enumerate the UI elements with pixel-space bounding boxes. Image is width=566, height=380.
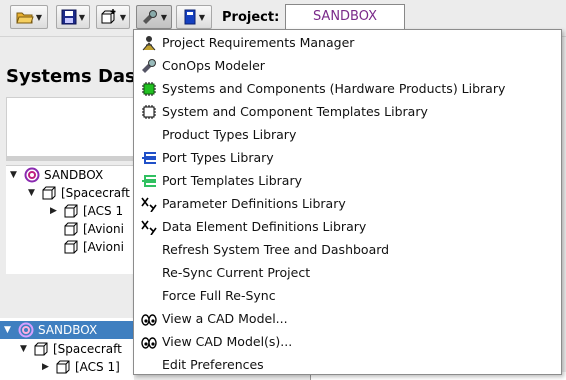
menu-item-label: Port Templates Library: [162, 173, 302, 188]
menu-item-label: View a CAD Model...: [162, 311, 288, 326]
menu-item-label: Port Types Library: [162, 150, 274, 165]
menu-item-port-templates-library[interactable]: Port Templates Library: [134, 169, 561, 192]
open-folder-icon: [16, 12, 34, 24]
tools-button[interactable]: ▼: [136, 5, 172, 29]
horizontal-scrollbar[interactable]: [7, 156, 133, 160]
cad-eyes-icon: [141, 334, 157, 350]
menu-item-label: Refresh System Tree and Dashboard: [162, 242, 390, 257]
chevron-down-icon: ▼: [198, 12, 206, 22]
menu-item-label: Re-Sync Current Project: [162, 265, 311, 280]
project-label: Project:: [222, 10, 280, 25]
collapsed-triangle-icon[interactable]: ▶: [42, 362, 52, 372]
menu-item-label: System and Component Templates Library: [162, 104, 428, 119]
requirements-icon: [141, 35, 157, 51]
book-icon: [184, 9, 196, 25]
menu-item-view-cad-models[interactable]: View CAD Model(s)...: [134, 330, 561, 353]
port-templates-icon: [141, 173, 157, 189]
tree-node-label: [Avioni: [83, 222, 124, 236]
tree-node-avionics-2[interactable]: [Avioni: [64, 238, 124, 256]
hardware-green-icon: [141, 81, 157, 97]
menu-item-parameter-definitions-library[interactable]: Parameter Definitions Library: [134, 192, 561, 215]
new-item-icon: [101, 9, 116, 24]
xy-parameter-icon: [141, 196, 157, 212]
xy-data-icon: [141, 219, 157, 235]
cube-icon: [56, 360, 70, 373]
menu-item-templates-library[interactable]: System and Component Templates Library: [134, 100, 561, 123]
tree-node-label: [Spacecraft: [53, 342, 122, 356]
cube-icon: [42, 186, 56, 199]
system-tree-upper: ▼ SANDBOX ▼ [Spacecraft ▶ [ACS 1 [Avioni: [6, 165, 134, 274]
expand-triangle-icon[interactable]: ▼: [28, 188, 38, 198]
menu-item-edit-preferences[interactable]: Edit Preferences: [134, 353, 561, 376]
menu-item-data-element-definitions-library[interactable]: Data Element Definitions Library: [134, 215, 561, 238]
project-swirl-icon: [24, 167, 40, 183]
port-types-icon: [141, 150, 157, 166]
menu-item-label: View CAD Model(s)...: [162, 334, 293, 349]
menu-item-refresh-system-tree[interactable]: Refresh System Tree and Dashboard: [134, 238, 561, 261]
expand-triangle-icon[interactable]: ▼: [10, 170, 20, 180]
menu-item-conops-modeler[interactable]: ConOps Modeler: [134, 54, 561, 77]
menu-item-product-types-library[interactable]: Product Types Library: [134, 123, 561, 146]
cad-eyes-icon: [141, 311, 157, 327]
new-item-button[interactable]: ▼: [96, 5, 130, 29]
chevron-down-icon: ▼: [119, 12, 127, 22]
collapsed-triangle-icon[interactable]: ▶: [50, 206, 60, 216]
menu-item-label: Data Element Definitions Library: [162, 219, 367, 234]
cube-icon: [64, 222, 78, 235]
tree-node-label: [Spacecraft: [61, 186, 130, 200]
menu-item-label: Product Types Library: [162, 127, 297, 142]
chevron-down-icon: ▼: [78, 12, 86, 22]
menu-item-label: Parameter Definitions Library: [162, 196, 346, 211]
tree-node-acs[interactable]: ▶ [ACS 1]: [42, 358, 120, 376]
menu-item-hardware-library[interactable]: Systems and Components (Hardware Product…: [134, 77, 561, 100]
tree-node-sandbox-selected[interactable]: ▼ SANDBOX: [0, 321, 134, 339]
system-tree-lower: ▼ SANDBOX ▼ [Spacecraft ▶ [ACS 1]: [0, 318, 134, 380]
menu-item-label: Force Full Re-Sync: [162, 288, 276, 303]
chevron-down-icon: ▼: [35, 12, 43, 22]
cube-icon: [34, 342, 48, 355]
menu-item-force-full-resync[interactable]: Force Full Re-Sync: [134, 284, 561, 307]
tree-node-label: SANDBOX: [44, 168, 104, 182]
expand-triangle-icon[interactable]: ▼: [4, 325, 14, 335]
tree-node-label: [ACS 1]: [75, 360, 120, 374]
tree-node-spacecraft[interactable]: ▼ [Spacecraft: [28, 184, 130, 202]
menu-item-requirements-manager[interactable]: Project Requirements Manager: [134, 31, 561, 54]
menu-item-label: ConOps Modeler: [162, 58, 265, 73]
dashboard-grid: [6, 97, 134, 161]
menu-item-port-types-library[interactable]: Port Types Library: [134, 146, 561, 169]
library-button[interactable]: ▼: [176, 5, 212, 29]
save-disk-icon: [61, 9, 77, 25]
tools-dropdown-menu: Project Requirements Manager ConOps Mode…: [133, 29, 562, 375]
tree-node-label: [Avioni: [83, 240, 124, 254]
tree-node-label: SANDBOX: [38, 323, 98, 337]
template-outline-icon: [141, 104, 157, 120]
expand-triangle-icon[interactable]: ▼: [20, 344, 30, 354]
save-button[interactable]: ▼: [56, 5, 90, 29]
tree-node-sandbox[interactable]: ▼ SANDBOX: [10, 166, 103, 184]
tree-node-acs[interactable]: ▶ [ACS 1: [50, 202, 123, 220]
tree-node-avionics-1[interactable]: [Avioni: [64, 220, 124, 238]
menu-item-resync-current-project[interactable]: Re-Sync Current Project: [134, 261, 561, 284]
cube-icon: [64, 240, 78, 253]
dashboard-title: Systems Das: [6, 66, 136, 87]
menu-item-label: Project Requirements Manager: [162, 35, 355, 50]
menu-item-view-a-cad-model[interactable]: View a CAD Model...: [134, 307, 561, 330]
tree-node-spacecraft[interactable]: ▼ [Spacecraft: [20, 340, 122, 358]
project-selector[interactable]: SANDBOX: [285, 4, 405, 30]
open-folder-button[interactable]: ▼: [10, 5, 48, 29]
conops-icon: [141, 58, 157, 74]
cube-icon: [64, 204, 78, 217]
project-swirl-icon: [18, 322, 34, 338]
menu-item-label: Edit Preferences: [162, 357, 264, 372]
tree-node-label: [ACS 1: [83, 204, 124, 218]
tools-icon: [142, 10, 157, 24]
chevron-down-icon: ▼: [160, 12, 168, 22]
menu-item-label: Systems and Components (Hardware Product…: [162, 81, 506, 96]
